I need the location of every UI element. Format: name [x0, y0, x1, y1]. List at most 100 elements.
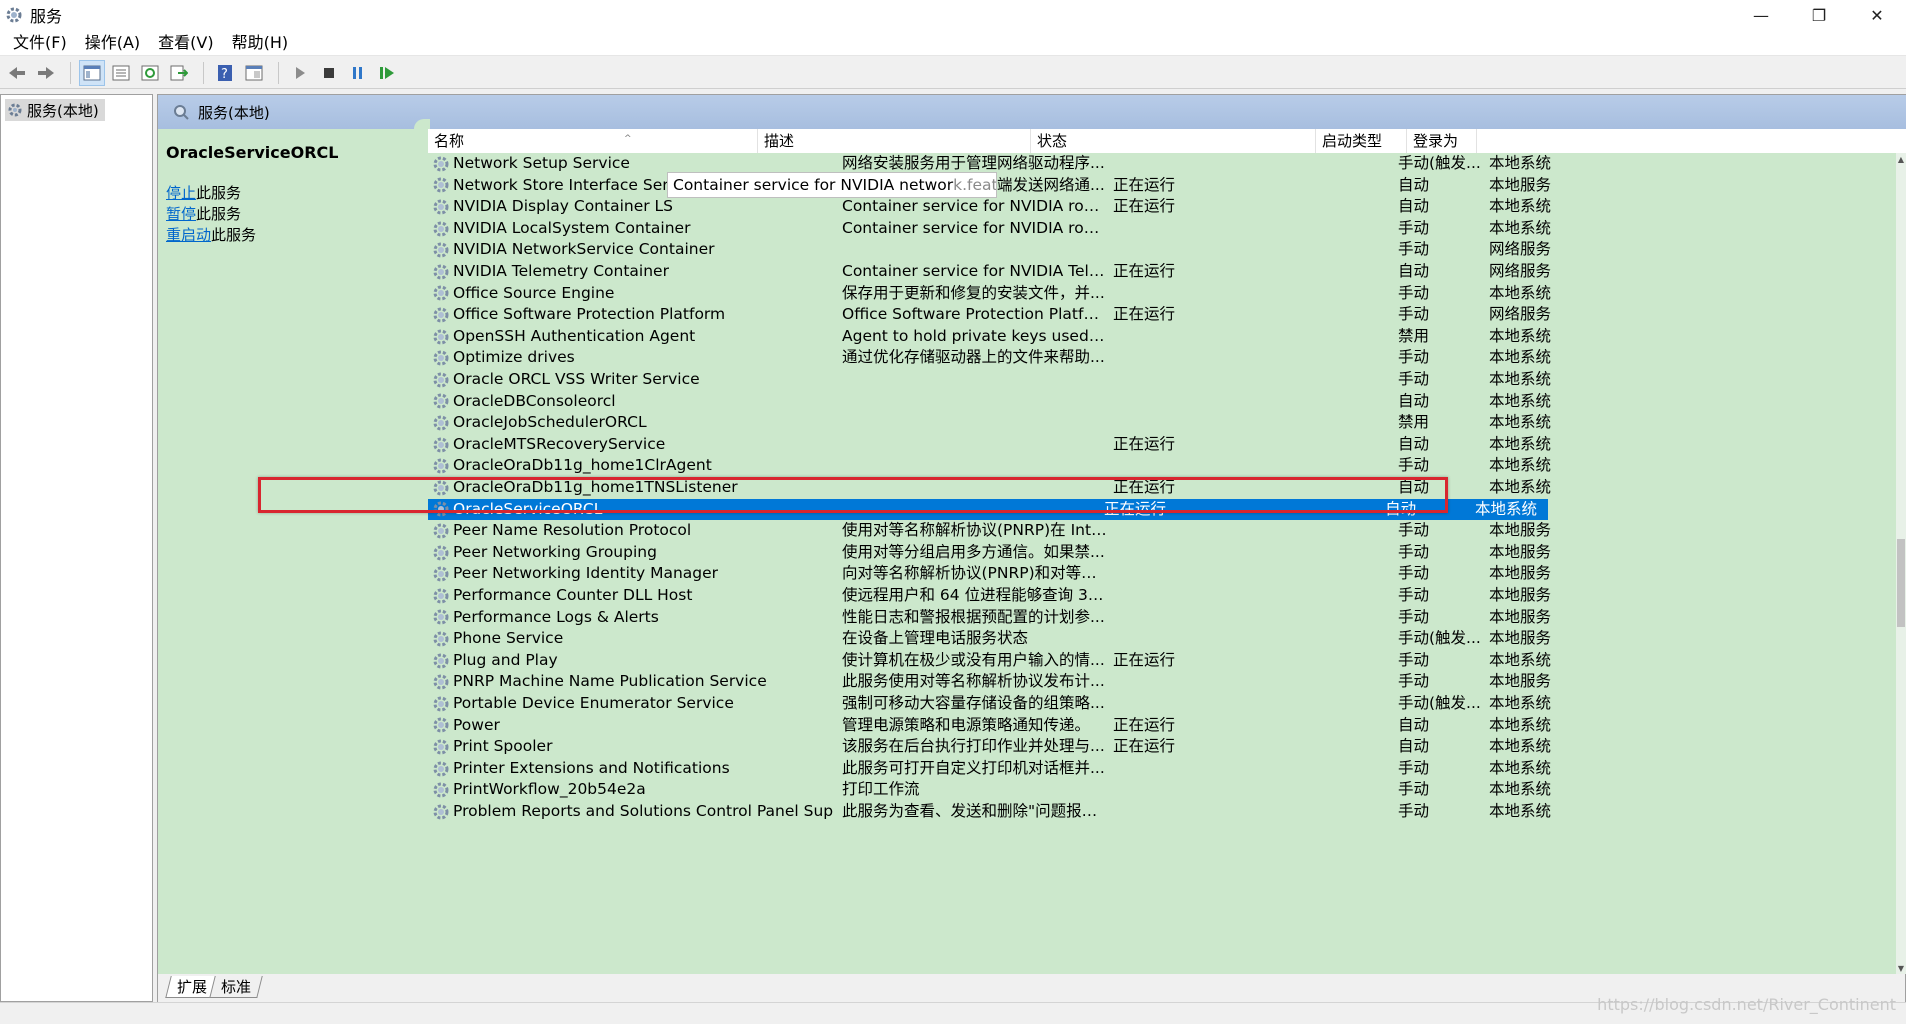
- back-icon[interactable]: [4, 60, 30, 86]
- col-startup-header[interactable]: 启动类型: [1316, 129, 1407, 153]
- forward-icon[interactable]: [33, 60, 59, 86]
- table-row[interactable]: Performance Logs & Alerts 性能日志和警报根据预配置的计划…: [428, 607, 1906, 629]
- service-name-cell: OracleDBConsoleorcl: [428, 391, 834, 413]
- service-gear-icon: [432, 673, 450, 691]
- help-icon[interactable]: ?: [212, 60, 238, 86]
- table-row[interactable]: Office Software Protection Platform Offic…: [428, 304, 1906, 326]
- table-row[interactable]: Performance Counter DLL Host 使远程用户和 64 位进…: [428, 585, 1906, 607]
- table-row[interactable]: NVIDIA Display Container LS Container ser…: [428, 196, 1906, 218]
- col-logon-header[interactable]: 登录为: [1407, 129, 1477, 153]
- menu-help[interactable]: 帮助(H): [223, 30, 298, 56]
- service-startup-cell: 手动(触发...: [1398, 629, 1481, 648]
- col-status-header[interactable]: 状态: [1031, 129, 1316, 153]
- service-startup-cell: 禁用: [1398, 326, 1430, 345]
- service-desc-cell: 保存用于更新和修复的安装文件，并...: [842, 283, 1105, 302]
- service-logon-cell: 本地服务: [1489, 542, 1552, 561]
- service-startup-cell: 手动: [1398, 521, 1430, 540]
- service-status-cell: [1107, 153, 1392, 175]
- table-row[interactable]: Oracle ORCL VSS Writer Service 手动 本地系统: [428, 369, 1906, 391]
- table-row[interactable]: Optimize drives 通过优化存储驱动器上的文件来帮助... 手动 本地系统: [428, 347, 1906, 369]
- service-startup-cell: 手动: [1398, 218, 1430, 237]
- table-row[interactable]: Portable Device Enumerator Service 强制可移动大…: [428, 693, 1906, 715]
- console-icon[interactable]: [241, 60, 267, 86]
- scroll-down-icon[interactable]: ▼: [1896, 964, 1906, 973]
- tree-item-services-local[interactable]: 服务(本地): [5, 99, 105, 121]
- table-row[interactable]: OpenSSH Authentication Agent Agent to hol…: [428, 326, 1906, 348]
- refresh-icon[interactable]: [137, 60, 163, 86]
- table-row[interactable]: OracleMTSRecoveryService 正在运行 自动 本地系统: [428, 434, 1906, 456]
- table-row[interactable]: Office Source Engine 保存用于更新和修复的安装文件，并... 手…: [428, 283, 1906, 305]
- close-button[interactable]: ✕: [1848, 0, 1906, 30]
- properties-icon[interactable]: [108, 60, 134, 86]
- col-desc-header[interactable]: 描述: [758, 129, 1031, 153]
- service-status-cell: [1107, 369, 1392, 391]
- menu-view[interactable]: 查看(V): [149, 30, 222, 56]
- menu-action[interactable]: 操作(A): [76, 30, 149, 56]
- service-status-cell: [1107, 801, 1392, 823]
- scrollbar-thumb[interactable]: [1897, 539, 1905, 627]
- service-desc-cell: 强制可移动大容量存储设备的组策略...: [842, 694, 1105, 712]
- service-gear-icon: [432, 544, 450, 562]
- table-row[interactable]: OracleOraDb11g_home1ClrAgent 手动 本地系统: [428, 455, 1906, 477]
- table-row[interactable]: PrintWorkflow_20b54e2a 打印工作流 手动 本地系统: [428, 779, 1906, 801]
- table-row[interactable]: NVIDIA LocalSystem Container Container se…: [428, 218, 1906, 240]
- table-row[interactable]: Network Setup Service 网络安装服务用于管理网络驱动程序...…: [428, 153, 1906, 175]
- service-startup-cell: 手动(触发...: [1398, 154, 1481, 172]
- show-hide-tree-icon[interactable]: [79, 59, 105, 86]
- table-row[interactable]: NVIDIA Telemetry Container Container serv…: [428, 261, 1906, 283]
- service-status-cell: 正在运行: [1113, 715, 1176, 734]
- service-gear-icon: [432, 198, 450, 216]
- action-restart: 重启动此服务: [166, 226, 257, 244]
- export-icon[interactable]: [166, 60, 192, 86]
- pause-service-icon[interactable]: [345, 60, 371, 86]
- service-logon-cell: 本地系统: [1489, 456, 1552, 475]
- service-desc-cell: Agent to hold private keys used for p...: [842, 326, 1107, 345]
- table-row[interactable]: PNRP Machine Name Publication Service 此服务…: [428, 671, 1906, 693]
- service-name-cell: Phone Service: [428, 628, 834, 650]
- scroll-up-icon[interactable]: ▲: [1896, 155, 1906, 164]
- table-row-selected[interactable]: OracleServiceORCL 正在运行 自动 本地系统: [428, 498, 1548, 521]
- service-logon-cell: 本地系统: [1489, 802, 1552, 820]
- table-row[interactable]: Printer Extensions and Notifications 此服务可…: [428, 758, 1906, 780]
- table-row[interactable]: Peer Networking Grouping 使用对等分组启用多方通信。如果禁…: [428, 542, 1906, 564]
- service-status-cell: 正在运行: [1113, 305, 1176, 324]
- pause-service-link[interactable]: 暂停: [166, 205, 196, 223]
- table-row[interactable]: Peer Name Resolution Protocol 使用对等名称解析协议(…: [428, 520, 1906, 542]
- table-row[interactable]: Print Spooler 该服务在后台执行打印作业并处理与... 正在运行 自动 本地…: [428, 736, 1906, 758]
- restart-service-icon[interactable]: [374, 60, 400, 86]
- service-gear-icon: [432, 630, 450, 648]
- tab-standard[interactable]: 标准: [209, 976, 263, 998]
- table-row[interactable]: OracleOraDb11g_home1TNSListener 正在运行 自动 本地系…: [428, 477, 1906, 499]
- table-row[interactable]: Problem Reports and Solutions Control Pa…: [428, 801, 1906, 823]
- table-row[interactable]: Power 管理电源策略和电源策略通知传递。 正在运行 自动 本地系统: [428, 715, 1906, 737]
- table-row[interactable]: NVIDIA NetworkService Container 手动 网络服务: [428, 239, 1906, 261]
- start-service-icon[interactable]: [287, 60, 313, 86]
- service-logon-cell: 本地系统: [1489, 737, 1552, 756]
- table-row[interactable]: OracleDBConsoleorcl 自动 本地系统: [428, 391, 1906, 413]
- service-gear-icon: [432, 716, 450, 734]
- vertical-scrollbar[interactable]: ▲ ▼: [1896, 153, 1906, 975]
- title-bar: 服务 — ❐ ✕: [0, 0, 1906, 30]
- table-row[interactable]: Network Store Interface Service此服务向用户模式客…: [428, 175, 1906, 197]
- minimize-button[interactable]: —: [1732, 0, 1790, 30]
- toolbar: ?: [0, 57, 1906, 89]
- service-desc-cell: 在设备上管理电话服务状态: [842, 629, 1029, 648]
- table-row[interactable]: OracleJobSchedulerORCL 禁用 本地系统: [428, 412, 1906, 434]
- stop-service-icon[interactable]: [316, 60, 342, 86]
- table-row[interactable]: Peer Networking Identity Manager 向对等名称解析协…: [428, 563, 1906, 585]
- service-status-cell: 正在运行: [1113, 262, 1176, 280]
- service-logon-cell: 网络服务: [1489, 240, 1552, 259]
- service-actions: 停止此服务 暂停此服务 重启动此服务: [166, 183, 256, 246]
- col-name-header[interactable]: 名称 ^: [428, 129, 758, 153]
- service-gear-icon: [432, 241, 450, 259]
- menu-file[interactable]: 文件(F): [4, 30, 76, 56]
- window-controls: — ❐ ✕: [1732, 0, 1906, 30]
- restart-service-link[interactable]: 重启动: [166, 226, 211, 244]
- table-row[interactable]: Phone Service 在设备上管理电话服务状态 手动(触发... 本地服务: [428, 628, 1906, 650]
- stop-service-link[interactable]: 停止: [166, 184, 196, 202]
- toolbar-separator: [203, 61, 204, 84]
- service-startup-cell: 手动: [1398, 586, 1430, 604]
- maximize-button[interactable]: ❐: [1790, 0, 1848, 30]
- table-row[interactable]: Plug and Play 使计算机在极少或没有用户输入的情... 正在运行 手动 本地…: [428, 650, 1906, 672]
- services-gear-icon: [4, 5, 24, 25]
